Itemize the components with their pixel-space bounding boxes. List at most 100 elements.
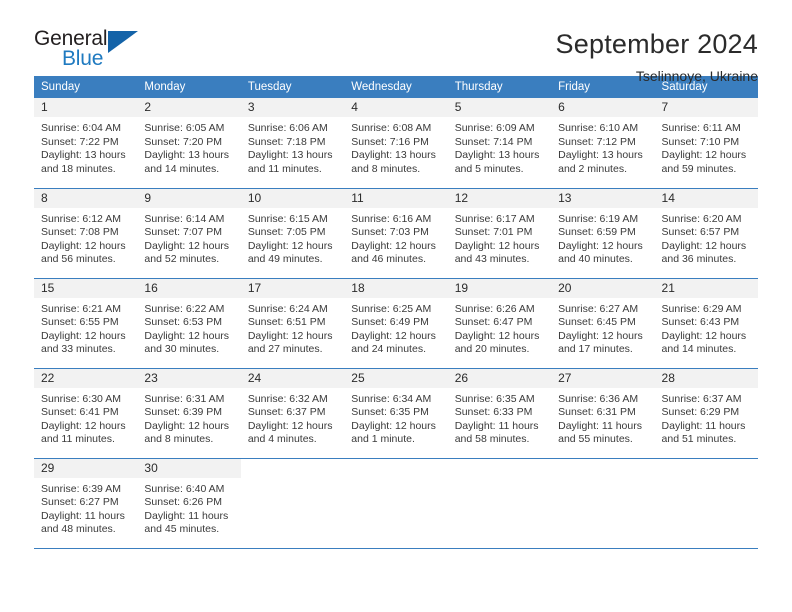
day-number: 25 (344, 368, 448, 388)
daylight-duration-line1: Daylight: 13 hours (247, 149, 333, 162)
calendar-day-cell[interactable]: 8 Sunrise: 6:12 AM Sunset: 7:08 PM Daylight… (34, 187, 138, 278)
sunrise-time: Sunrise: 6:31 AM (144, 392, 225, 405)
sunrise-time: Sunrise: 6:12 AM (41, 212, 121, 225)
daylight-duration-line1: Daylight: 11 hours (41, 509, 125, 522)
calendar-day-cell[interactable]: 27 Sunrise: 6:36 AM Sunset: 6:31 PM Dayligh… (551, 367, 655, 458)
calendar-day-cell[interactable]: 28 Sunrise: 6:37 AM Sunset: 6:29 PM Dayligh… (654, 367, 758, 458)
calendar-day-cell[interactable]: 29 Sunrise: 6:39 AM Sunset: 6:27 PM Dayligh… (34, 457, 138, 549)
sunrise-time: Sunrise: 6:24 AM (247, 302, 328, 315)
calendar-week-row: 29 Sunrise: 6:39 AM Sunset: 6:27 PM Dayligh… (34, 457, 758, 549)
sunrise-time: Sunrise: 6:30 AM (41, 392, 121, 405)
daylight-duration-line2: and 11 minutes. (41, 433, 115, 446)
calendar-day-cell[interactable]: 1 Sunrise: 6:04 AM Sunset: 7:22 PM Daylight… (34, 98, 138, 188)
calendar-day-cell[interactable]: 9 Sunrise: 6:14 AM Sunset: 7:07 PM Daylight… (137, 187, 241, 278)
day-number (654, 458, 758, 478)
day-details: Sunrise: 6:39 AM Sunset: 6:27 PM Daylight:… (34, 478, 137, 537)
daylight-duration-line1: Daylight: 11 hours (661, 419, 746, 432)
day-details: Sunrise: 6:31 AM Sunset: 6:39 PM Daylight:… (137, 388, 240, 447)
calendar-day-cell[interactable]: 5 Sunrise: 6:09 AM Sunset: 7:14 PM Daylight… (447, 98, 552, 188)
sunrise-time: Sunrise: 6:32 AM (247, 392, 328, 405)
calendar-page: General Blue September 2024 Tselinnoye, … (0, 0, 792, 612)
calendar-day-cell[interactable]: 30 Sunrise: 6:40 AM Sunset: 6:26 PM Dayligh… (137, 457, 241, 549)
calendar-week-row: 22 Sunrise: 6:30 AM Sunset: 6:41 PM Dayligh… (34, 367, 758, 458)
sunset-time: Sunset: 7:12 PM (558, 135, 636, 148)
sunrise-time: Sunrise: 6:17 AM (454, 212, 535, 225)
day-number: 26 (447, 368, 552, 388)
calendar-day-cell[interactable]: 20 Sunrise: 6:27 AM Sunset: 6:45 PM Dayligh… (551, 277, 655, 368)
day-details: Sunrise: 6:21 AM Sunset: 6:55 PM Daylight:… (34, 298, 137, 357)
calendar-day-cell[interactable]: 19 Sunrise: 6:26 AM Sunset: 6:47 PM Dayligh… (447, 277, 552, 368)
day-number: 8 (34, 188, 138, 208)
daylight-duration-line2: and 4 minutes. (247, 433, 317, 446)
daylight-duration-line2: and 1 minute. (351, 433, 415, 446)
calendar-empty-cell (447, 457, 552, 549)
calendar-day-cell[interactable]: 25 Sunrise: 6:34 AM Sunset: 6:35 PM Dayligh… (344, 367, 448, 458)
day-number: 2 (137, 98, 241, 117)
day-number: 15 (34, 278, 138, 298)
calendar-day-cell[interactable]: 4 Sunrise: 6:08 AM Sunset: 7:16 PM Daylight… (344, 98, 448, 188)
calendar-day-cell[interactable]: 16 Sunrise: 6:22 AM Sunset: 6:53 PM Dayligh… (137, 277, 241, 368)
daylight-duration-line1: Daylight: 13 hours (558, 149, 643, 162)
calendar-day-cell[interactable]: 2 Sunrise: 6:05 AM Sunset: 7:20 PM Daylight… (137, 98, 241, 188)
daylight-duration-line2: and 20 minutes. (454, 343, 530, 356)
day-details: Sunrise: 6:05 AM Sunset: 7:20 PM Daylight:… (137, 117, 240, 176)
daylight-duration-line2: and 27 minutes. (247, 343, 323, 356)
calendar-day-cell[interactable]: 18 Sunrise: 6:25 AM Sunset: 6:49 PM Dayligh… (344, 277, 448, 368)
day-details: Sunrise: 6:17 AM Sunset: 7:01 PM Daylight:… (448, 208, 551, 267)
calendar-day-cell[interactable]: 24 Sunrise: 6:32 AM Sunset: 6:37 PM Dayligh… (240, 367, 345, 458)
daylight-duration-line1: Daylight: 12 hours (144, 329, 230, 342)
day-number: 7 (654, 98, 758, 117)
calendar-day-cell[interactable]: 11 Sunrise: 6:16 AM Sunset: 7:03 PM Dayligh… (344, 187, 448, 278)
day-number: 18 (344, 278, 448, 298)
sunset-time: Sunset: 6:51 PM (247, 316, 326, 329)
day-number (240, 458, 345, 478)
day-number: 6 (551, 98, 655, 117)
calendar-day-cell[interactable]: 6 Sunrise: 6:10 AM Sunset: 7:12 PM Daylight… (551, 98, 655, 188)
day-number: 17 (240, 278, 345, 298)
sunset-time: Sunset: 6:35 PM (351, 406, 429, 419)
calendar-day-cell[interactable]: 21 Sunrise: 6:29 AM Sunset: 6:43 PM Dayligh… (654, 277, 758, 368)
calendar-day-cell[interactable]: 14 Sunrise: 6:20 AM Sunset: 6:57 PM Dayligh… (654, 187, 758, 278)
calendar-day-cell[interactable]: 12 Sunrise: 6:17 AM Sunset: 7:01 PM Dayligh… (447, 187, 552, 278)
calendar-day-cell[interactable]: 15 Sunrise: 6:21 AM Sunset: 6:55 PM Dayligh… (34, 277, 138, 368)
calendar-day-cell[interactable]: 23 Sunrise: 6:31 AM Sunset: 6:39 PM Dayligh… (137, 367, 241, 458)
sunrise-time: Sunrise: 6:25 AM (351, 302, 432, 315)
general-blue-logo[interactable]: General Blue (34, 28, 154, 76)
daylight-duration-line1: Daylight: 12 hours (41, 239, 126, 252)
daylight-duration-line1: Daylight: 12 hours (351, 329, 436, 342)
sunset-time: Sunset: 6:33 PM (454, 406, 533, 419)
day-number: 21 (654, 278, 758, 298)
calendar-day-cell[interactable]: 17 Sunrise: 6:24 AM Sunset: 6:51 PM Dayligh… (240, 277, 345, 368)
day-number: 4 (344, 98, 448, 117)
day-details: Sunrise: 6:34 AM Sunset: 6:35 PM Daylight:… (344, 388, 447, 447)
sunrise-time: Sunrise: 6:36 AM (558, 392, 639, 405)
daylight-duration-line2: and 24 minutes. (351, 343, 426, 356)
day-number: 13 (551, 188, 655, 208)
sunrise-time: Sunrise: 6:34 AM (351, 392, 432, 405)
sunrise-time: Sunrise: 6:27 AM (558, 302, 639, 315)
calendar-week-row: 15 Sunrise: 6:21 AM Sunset: 6:55 PM Dayligh… (34, 277, 758, 368)
weekday-header-tuesday: Tuesday (240, 76, 345, 98)
day-number: 9 (137, 188, 241, 208)
sunrise-time: Sunrise: 6:10 AM (558, 122, 639, 134)
weekday-header-sunday: Sunday (34, 76, 138, 98)
daylight-duration-line1: Daylight: 12 hours (661, 239, 747, 252)
day-details: Sunrise: 6:20 AM Sunset: 6:57 PM Daylight:… (655, 208, 758, 267)
daylight-duration-line1: Daylight: 12 hours (247, 419, 333, 432)
calendar-day-cell[interactable]: 7 Sunrise: 6:11 AM Sunset: 7:10 PM Daylight… (654, 98, 758, 188)
sunrise-time: Sunrise: 6:20 AM (661, 212, 742, 225)
calendar-day-cell[interactable]: 3 Sunrise: 6:06 AM Sunset: 7:18 PM Daylight… (240, 98, 345, 188)
sunrise-time: Sunrise: 6:04 AM (41, 122, 121, 134)
calendar-day-cell[interactable]: 22 Sunrise: 6:30 AM Sunset: 6:41 PM Dayligh… (34, 367, 138, 458)
calendar-day-cell[interactable]: 10 Sunrise: 6:15 AM Sunset: 7:05 PM Dayligh… (240, 187, 345, 278)
daylight-duration-line1: Daylight: 12 hours (558, 239, 643, 252)
calendar-day-cell[interactable]: 13 Sunrise: 6:19 AM Sunset: 6:59 PM Dayligh… (551, 187, 655, 278)
calendar-empty-cell (654, 457, 758, 549)
page-title: September 2024 (555, 29, 758, 59)
daylight-duration-line1: Daylight: 11 hours (558, 419, 642, 432)
daylight-duration-line1: Daylight: 12 hours (454, 329, 540, 342)
daylight-duration-line1: Daylight: 13 hours (144, 149, 230, 162)
calendar-empty-cell (551, 457, 655, 549)
day-details: Sunrise: 6:09 AM Sunset: 7:14 PM Daylight:… (448, 117, 551, 176)
calendar-day-cell[interactable]: 26 Sunrise: 6:35 AM Sunset: 6:33 PM Dayligh… (447, 367, 552, 458)
